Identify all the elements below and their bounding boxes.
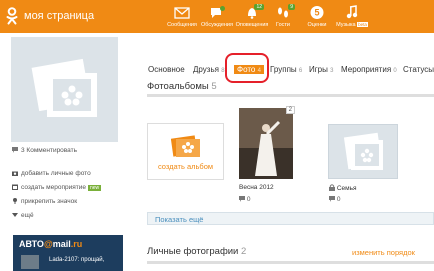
more-actions-label: ещё <box>21 212 34 219</box>
tab-label: Группы <box>270 65 297 74</box>
tab-label: Статусы <box>403 65 434 74</box>
promo-brand-mail: mail <box>52 239 71 249</box>
show-more-button[interactable]: Показать ещё <box>147 212 434 225</box>
album-name-family[interactable]: Семья <box>329 184 357 192</box>
tab-label: Основное <box>148 65 185 74</box>
my-page-link[interactable]: моя страница <box>24 10 94 22</box>
tab-groups[interactable]: Группы 6 <box>270 65 302 74</box>
album-cover-spring-2012[interactable]: 2 <box>239 106 295 179</box>
comments-link[interactable]: 3 Комментировать <box>12 147 77 154</box>
photos-tab-highlight <box>225 53 269 83</box>
promo-domain: .ru <box>70 239 83 249</box>
albums-count: 5 <box>211 81 217 92</box>
section-divider <box>147 94 434 97</box>
album-name[interactable]: Весна 2012 <box>239 184 274 191</box>
album-comments[interactable]: 0 <box>329 196 340 203</box>
promo-caption: Lada-2107: прощай, <box>49 257 105 263</box>
comments-label: 3 Комментировать <box>21 147 78 154</box>
tab-statuses[interactable]: Статусы <box>403 65 434 74</box>
auto-mail-promo[interactable]: АВТО@mail.ru Lada-2107: прощай, <box>13 235 123 271</box>
camera-icon <box>12 171 18 176</box>
svg-text:5: 5 <box>314 8 319 18</box>
nav-music[interactable]: Музыка beta <box>331 2 373 28</box>
photo-placeholder-icon <box>343 132 383 170</box>
album-name-label: Семья <box>336 185 357 192</box>
nav-label: Сообщения <box>167 22 197 28</box>
create-album-label: создать альбом <box>157 162 214 171</box>
attach-badge-link[interactable]: прикрепить значок <box>12 198 77 205</box>
personal-count: 2 <box>241 246 247 257</box>
album-comments[interactable]: 0 <box>239 196 250 203</box>
promo-logo: АВТО@mail.ru <box>19 239 82 249</box>
tab-label: Мероприятия <box>341 65 392 74</box>
photo-count-badge: 2 <box>285 106 295 114</box>
odnoklassniki-logo-icon[interactable] <box>6 7 18 25</box>
tab-label: Друзья <box>193 65 219 74</box>
speech-bubble-icon <box>12 147 18 153</box>
speech-bubble-icon <box>329 196 335 202</box>
tab-count: 0 <box>393 68 397 74</box>
photo-placeholder-icon <box>31 58 97 117</box>
top-bar: моя страница Сообщения Обсуждения 12 Опо… <box>0 0 434 33</box>
bride-photo-thumbnail <box>239 108 293 179</box>
tab-label: Игры <box>309 65 328 74</box>
nav-label: Обсуждения <box>201 22 233 28</box>
folder-icon <box>171 135 200 157</box>
profile-avatar-placeholder[interactable] <box>11 37 118 142</box>
add-photos-label: добавить личные фото <box>21 170 91 177</box>
add-photos-link[interactable]: добавить личные фото <box>12 170 91 177</box>
personal-title: Личные фотографии <box>147 246 239 257</box>
pin-icon <box>13 198 17 204</box>
triangle-down-icon <box>12 213 18 217</box>
nav-label: Музыка <box>336 22 356 28</box>
create-event-link[interactable]: создать мероприятие new <box>12 184 102 191</box>
more-actions-link[interactable]: ещё <box>12 212 34 219</box>
tab-count: 6 <box>298 68 303 74</box>
promo-brand-prefix: АВТО <box>19 239 44 249</box>
speech-bubble-icon <box>239 196 245 202</box>
personal-photos-title: Личные фотографии 2 <box>147 246 246 257</box>
five-icon: 5 <box>310 6 324 19</box>
envelope-icon <box>174 7 190 19</box>
tab-games[interactable]: Игры 3 <box>309 65 333 74</box>
tab-count: 3 <box>330 68 334 74</box>
create-event-label: создать мероприятие <box>21 184 86 191</box>
nav-label: Гости <box>275 22 290 28</box>
albums-title: Фотоальбомы <box>147 81 209 92</box>
guests-badge: 9 <box>288 4 295 10</box>
tab-friends[interactable]: Друзья 8 <box>193 65 225 74</box>
tab-main[interactable]: Основное <box>148 65 185 74</box>
change-order-link[interactable]: изменить порядок <box>352 248 415 257</box>
promo-thumbnail <box>21 255 39 269</box>
lock-icon <box>329 184 335 191</box>
create-album-button[interactable]: создать альбом <box>147 123 224 180</box>
album-cover-family[interactable] <box>328 124 398 179</box>
comments-count: 0 <box>336 196 341 203</box>
new-badge: new <box>87 185 102 191</box>
beta-badge: beta <box>357 22 368 27</box>
albums-section-title: Фотоальбомы 5 <box>147 81 217 92</box>
chat-icon <box>211 6 225 18</box>
promo-at: @ <box>43 239 53 249</box>
nav-label: Оценки <box>307 22 327 28</box>
attach-badge-label: прикрепить значок <box>21 198 78 205</box>
show-more-label: Показать ещё <box>155 215 204 224</box>
music-icon <box>346 5 358 19</box>
tab-events[interactable]: Мероприятия 0 <box>341 65 397 74</box>
section-divider <box>147 261 434 264</box>
calendar-icon <box>12 184 18 190</box>
comments-count: 0 <box>246 196 251 203</box>
